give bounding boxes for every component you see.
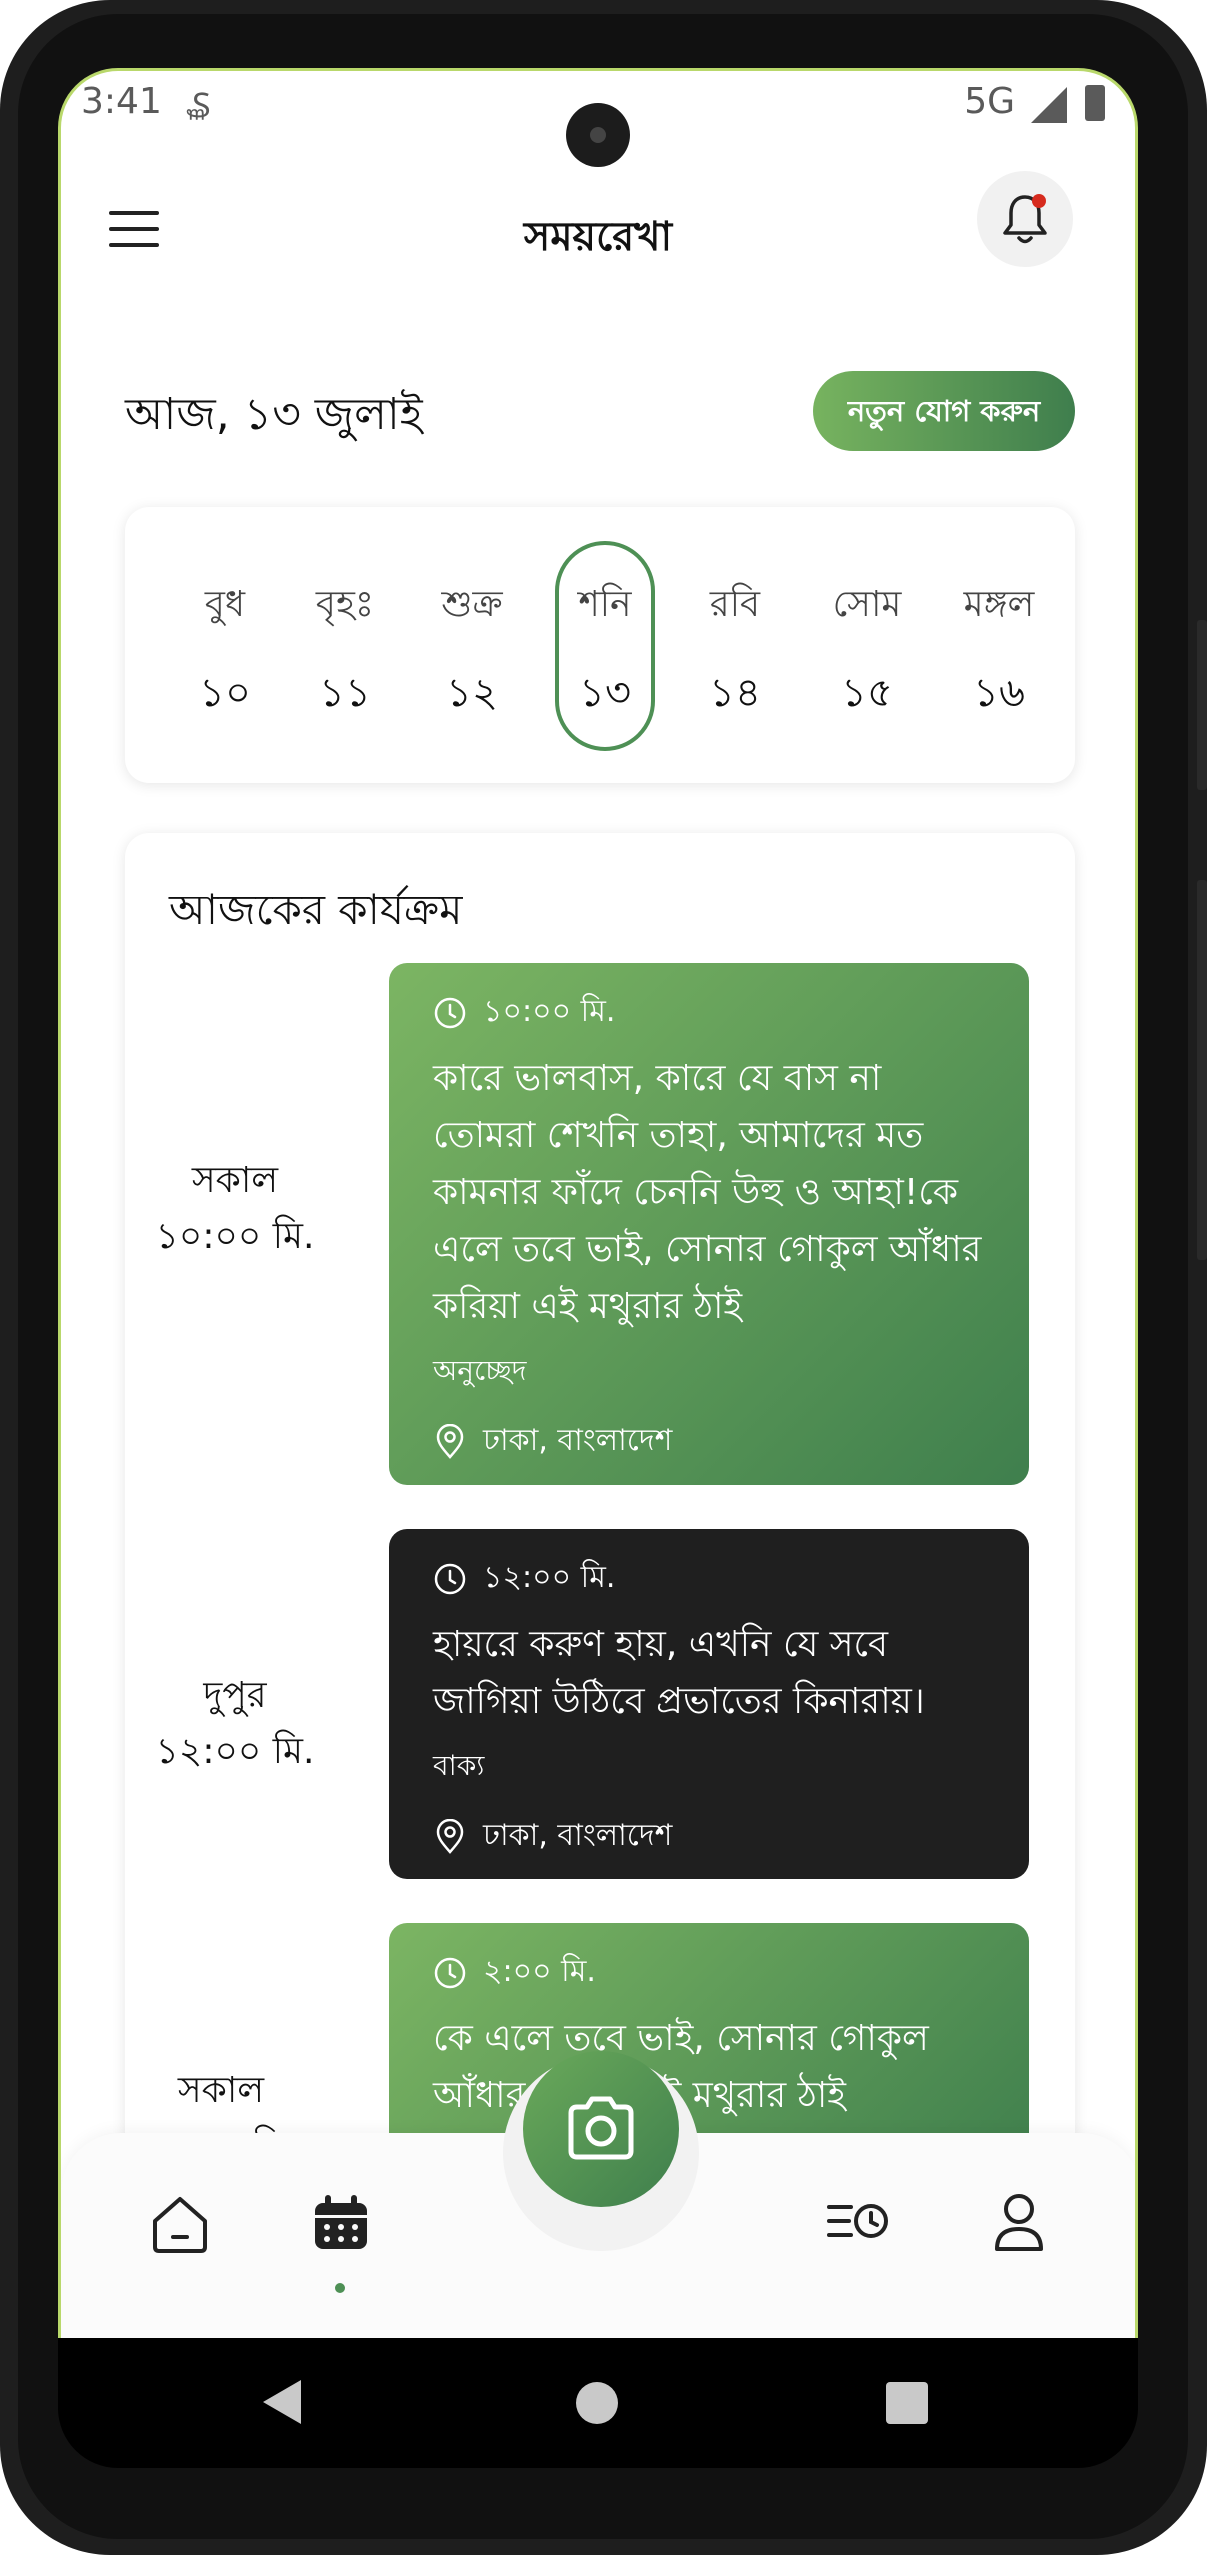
screen: 3:41 ₷ 5G সময়রেখা আজ, ১৩ জুলাই নতুন যোগ…: [58, 68, 1138, 2338]
day-date: ১৪: [709, 670, 761, 716]
network-type: 5G: [964, 81, 1015, 122]
day-name: শনি: [578, 584, 632, 625]
slot-period: দুপুর: [203, 1675, 267, 1716]
day-name: রবি: [709, 584, 761, 625]
slot-period: সকাল: [191, 1160, 279, 1201]
day-date: ১৫: [841, 670, 893, 716]
event-time-text: ১০:০০ মি.: [483, 994, 616, 1029]
event-type: অনুচ্ছেদ: [433, 1354, 527, 1387]
day-name: সোম: [832, 584, 902, 625]
clock-icon: [434, 1563, 466, 1594]
clock-icon: [434, 1957, 466, 1988]
event-time: ১০:০০ মি.: [433, 987, 985, 1038]
signal-icon: [1031, 87, 1067, 123]
system-navigation-bar: [58, 2338, 1138, 2468]
day-item[interactable]: মঙ্গল ১৬: [949, 541, 1049, 751]
day-item[interactable]: সোম ১৫: [817, 541, 917, 751]
day-name: শুক্র: [441, 584, 503, 625]
add-new-button[interactable]: নতুন যোগ করুন: [813, 371, 1075, 451]
slot-time: ১০:০০ মি.: [155, 1216, 315, 1257]
day-item-selected[interactable]: শনি ১৩: [555, 541, 655, 751]
day-item[interactable]: শুক্র ১২: [422, 541, 522, 751]
home-icon[interactable]: [147, 2191, 213, 2257]
week-strip: বুধ ১০ বৃহঃ ১১ শুক্র ১২ শনি ১৩ রবি ১৪ সো…: [125, 507, 1075, 783]
timeline-icon[interactable]: [823, 2191, 893, 2251]
notification-bell-icon: [1003, 194, 1047, 244]
sim-card-icon: ₷: [186, 86, 211, 126]
event-location-text: ঢাকা, বাংলাদেশ: [483, 1423, 673, 1458]
event-text: হায়রে করুণ হায়, এখনি যে সবে জাগিয়া উঠ…: [433, 1624, 925, 1722]
active-indicator: [335, 2283, 345, 2293]
camera-icon: [568, 2096, 634, 2160]
event-location: ঢাকা, বাংলাদেশ: [433, 1416, 985, 1467]
app-title: সময়রেখা: [523, 214, 673, 260]
slot-time: ১২:০০ মি.: [155, 1731, 315, 1772]
power-button: [1197, 880, 1207, 1260]
event-text: কারে ভালবাস, কারে যে বাস না তোমরা শেখনি …: [433, 1058, 982, 1327]
battery-icon: [1085, 85, 1105, 121]
slot-period: সকাল: [177, 2070, 265, 2111]
schedule-title: আজকের কার্যক্রম: [169, 885, 463, 934]
profile-icon[interactable]: [989, 2191, 1049, 2255]
day-date: ১০: [199, 670, 251, 716]
day-date: ১৬: [973, 670, 1025, 716]
event-card[interactable]: ১২:০০ মি. হায়রে করুণ হায়, এখনি যে সবে …: [389, 1529, 1029, 1879]
day-item[interactable]: বৃহঃ ১১: [295, 541, 395, 751]
day-date: ১২: [446, 670, 498, 716]
day-date: ১১: [319, 670, 371, 716]
day-name: মঙ্গল: [963, 584, 1035, 625]
clock-icon: [434, 997, 466, 1028]
day-item[interactable]: রবি ১৪: [685, 541, 785, 751]
day-item[interactable]: বুধ ১০: [175, 541, 275, 751]
notification-bell-button[interactable]: [977, 171, 1073, 267]
camera-button[interactable]: [523, 2051, 679, 2207]
event-type: বাক্য: [433, 1749, 485, 1782]
front-camera: [566, 103, 630, 167]
slot-time-label: দুপুর ১২:০০ মি.: [125, 1668, 345, 1780]
home-circle-icon[interactable]: [576, 2382, 618, 2424]
event-time: ১২:০০ মি.: [433, 1553, 985, 1604]
volume-button: [1197, 620, 1207, 790]
location-pin-icon: [436, 1818, 464, 1854]
date-row: আজ, ১৩ জুলাই নতুন যোগ করুন: [125, 371, 1075, 471]
back-icon[interactable]: [263, 2380, 301, 2424]
day-name: বৃহঃ: [315, 584, 375, 625]
status-time: 3:41: [81, 81, 162, 122]
slot-time-label: সকাল ১০:০০ মি.: [125, 1153, 345, 1265]
day-name: বুধ: [204, 584, 246, 625]
event-location-text: ঢাকা, বাংলাদেশ: [483, 1818, 673, 1853]
location-pin-icon: [436, 1423, 464, 1459]
event-time-text: ২:০০ মি.: [483, 1954, 596, 1989]
recent-apps-icon[interactable]: [886, 2382, 928, 2424]
event-card[interactable]: ১০:০০ মি. কারে ভালবাস, কারে যে বাস না তো…: [389, 963, 1029, 1485]
today-date-label: আজ, ১৩ জুলাই: [125, 389, 423, 440]
top-app-bar: সময়রেখা: [61, 171, 1135, 291]
calendar-icon[interactable]: [309, 2191, 373, 2255]
day-date: ১৩: [579, 670, 631, 716]
event-location: ঢাকা, বাংলাদেশ: [433, 1811, 985, 1862]
event-time: ২:০০ মি.: [433, 1947, 985, 1998]
event-time-text: ১২:০০ মি.: [483, 1560, 616, 1595]
